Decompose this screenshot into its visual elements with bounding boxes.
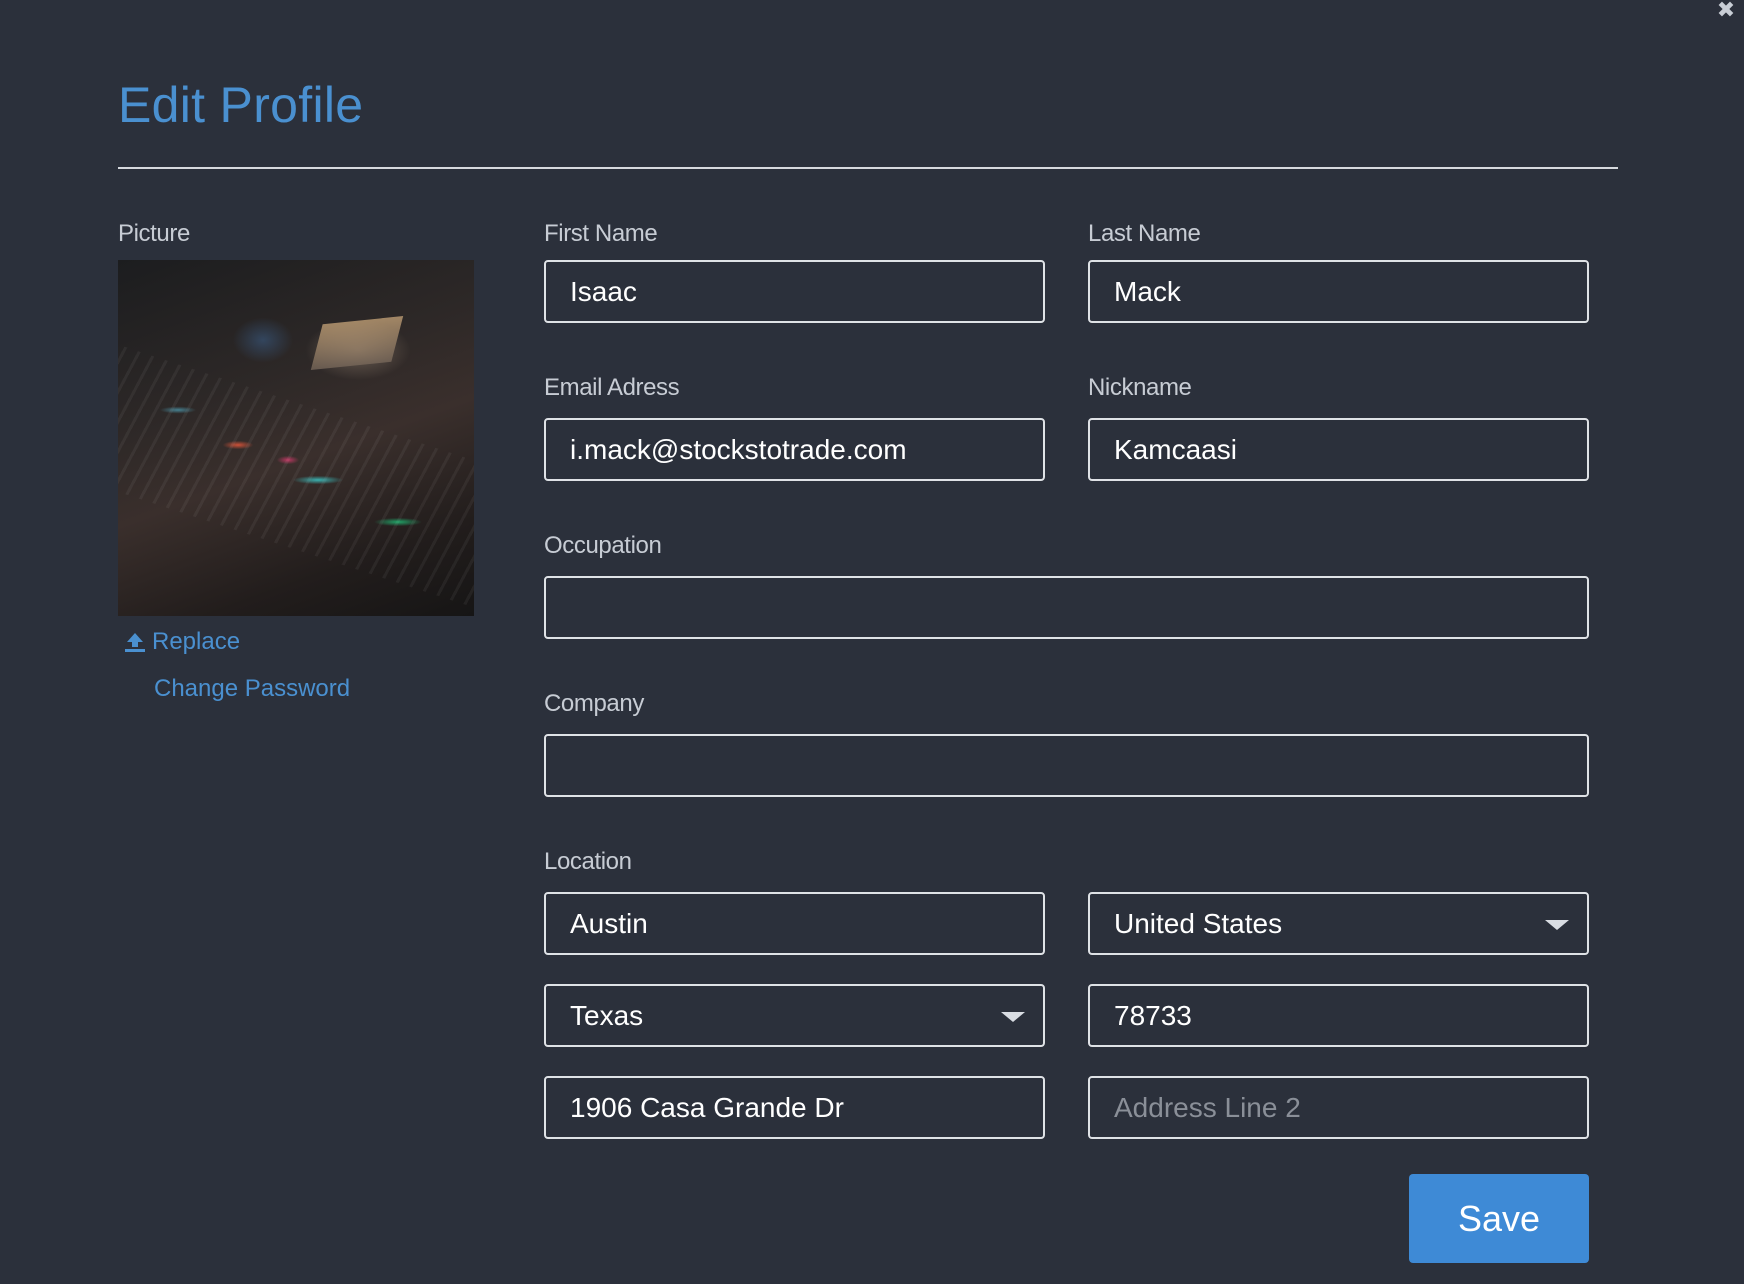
- occupation-label: Occupation: [544, 532, 662, 559]
- title-divider: [118, 167, 1618, 169]
- picture-mixer-screen: [310, 316, 404, 370]
- zip-field[interactable]: [1088, 984, 1589, 1047]
- company-label: Company: [544, 690, 644, 717]
- close-icon[interactable]: ✖: [1716, 0, 1736, 22]
- country-select-value: United States: [1114, 908, 1283, 939]
- upload-icon: [124, 631, 146, 653]
- save-button[interactable]: Save: [1409, 1174, 1589, 1263]
- city-field[interactable]: [544, 892, 1045, 955]
- first-name-field[interactable]: [544, 260, 1045, 323]
- change-password-link[interactable]: Change Password: [154, 675, 350, 703]
- nickname-label: Nickname: [1088, 374, 1192, 401]
- email-field[interactable]: [544, 418, 1045, 481]
- address-line-1-field[interactable]: [544, 1076, 1045, 1139]
- state-select[interactable]: Texas: [544, 984, 1045, 1047]
- chevron-down-icon: [1001, 1012, 1025, 1022]
- replace-label: Replace: [152, 628, 241, 655]
- chevron-down-icon: [1545, 920, 1569, 930]
- location-label: Location: [544, 848, 632, 875]
- picture-mixer-deck: [118, 342, 474, 616]
- page-title: Edit Profile: [118, 77, 364, 133]
- company-field[interactable]: [544, 734, 1589, 797]
- first-name-label: First Name: [544, 220, 658, 247]
- replace-picture-button[interactable]: Replace: [124, 628, 240, 656]
- last-name-field[interactable]: [1088, 260, 1589, 323]
- nickname-field[interactable]: [1088, 418, 1589, 481]
- email-label: Email Adress: [544, 374, 680, 401]
- last-name-label: Last Name: [1088, 220, 1201, 247]
- picture-label: Picture: [118, 220, 190, 247]
- country-select[interactable]: United States: [1088, 892, 1589, 955]
- address-line-2-field[interactable]: [1088, 1076, 1589, 1139]
- state-select-value: Texas: [570, 1000, 644, 1031]
- occupation-field[interactable]: [544, 576, 1589, 639]
- edit-profile-dialog: ✖ Edit Profile Picture Replace Change Pa…: [0, 0, 1744, 1284]
- profile-picture: [118, 260, 474, 616]
